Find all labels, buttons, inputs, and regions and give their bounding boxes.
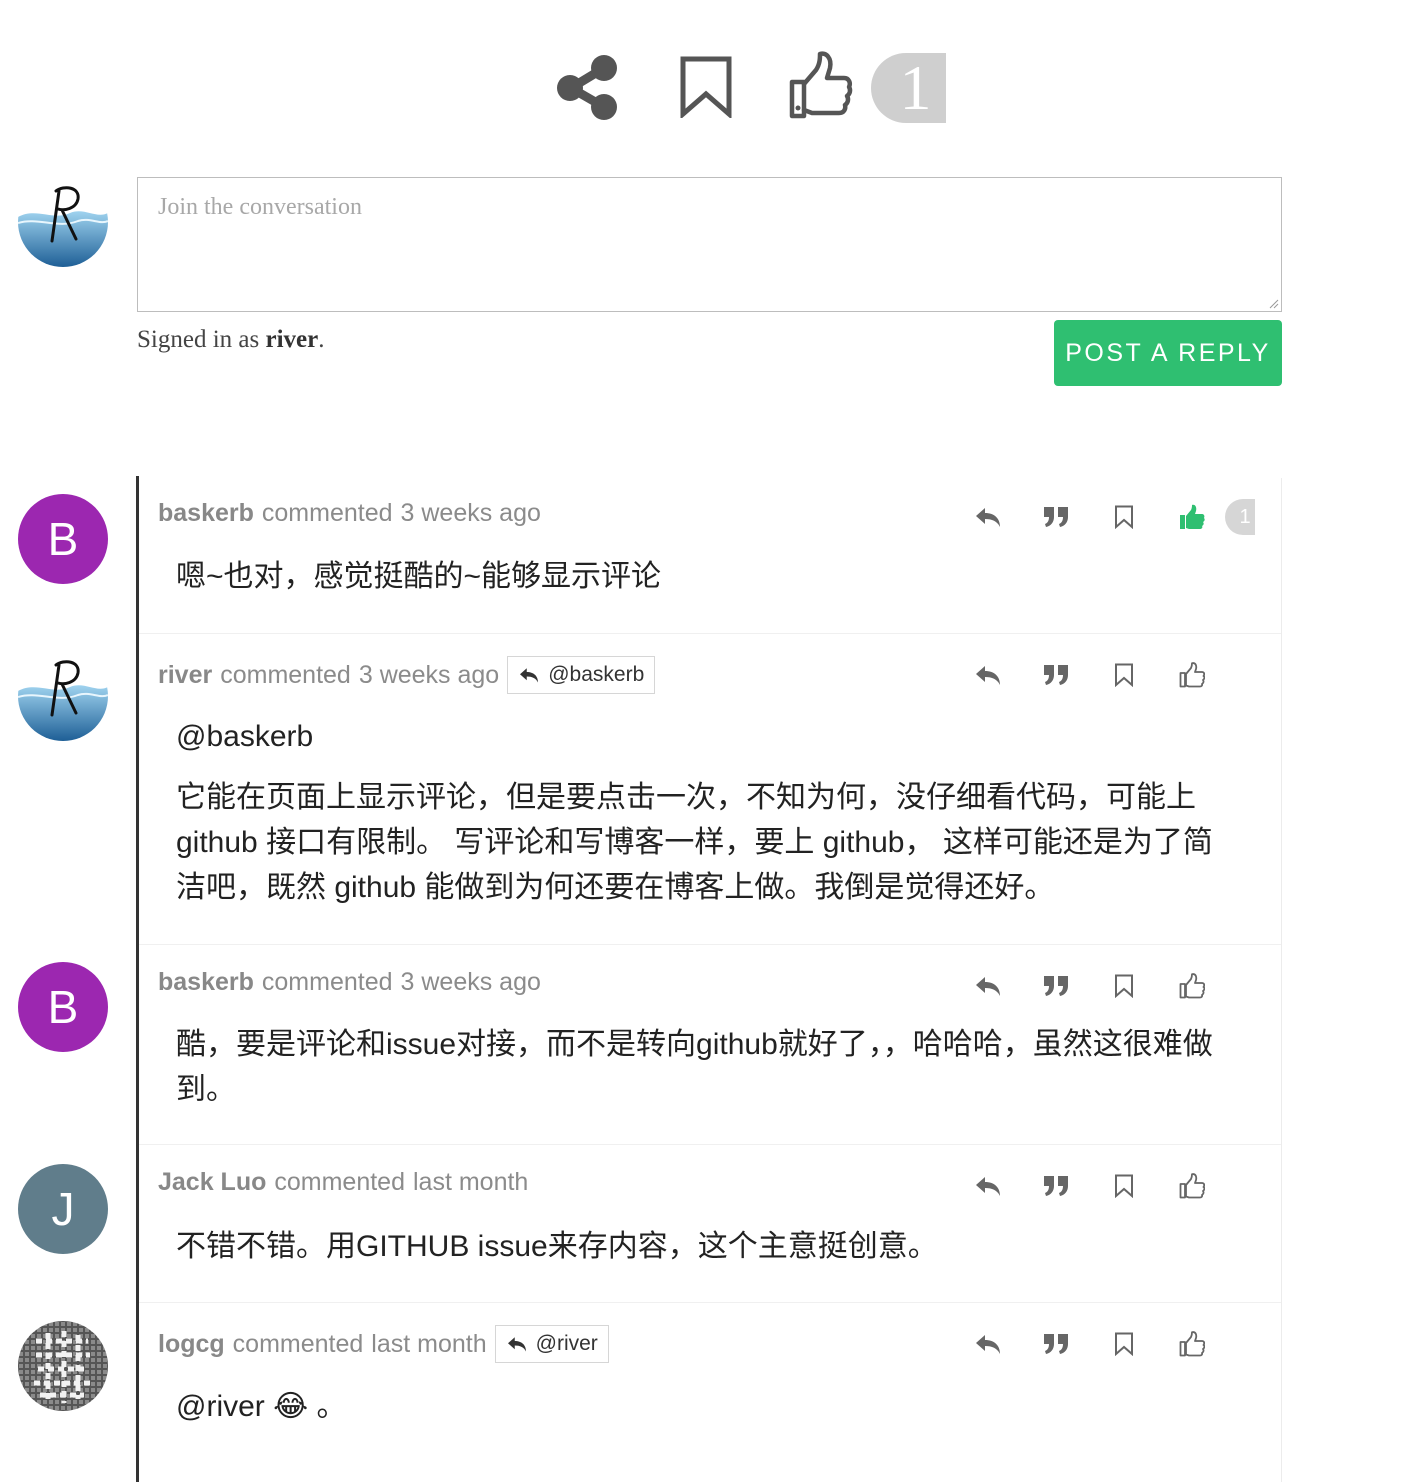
quote-icon[interactable] <box>1039 1327 1073 1361</box>
quote-icon[interactable] <box>1039 658 1073 692</box>
comment-author[interactable]: baskerb <box>158 499 254 528</box>
comment-text: @baskerb <box>176 720 314 753</box>
comment-time[interactable]: 3 weeks ago <box>401 499 541 528</box>
comment-header: Jack Luo commented last month <box>158 1168 528 1197</box>
bookmark-icon[interactable] <box>1107 658 1141 692</box>
comment-text: 酷，要是评论和issue对接，而不是转向github就好了，，哈哈哈，虽然这很难… <box>176 1028 1213 1106</box>
thumbs-up-icon[interactable] <box>1175 969 1209 1003</box>
bookmark-icon[interactable] <box>1107 969 1141 1003</box>
comment-author[interactable]: baskerb <box>158 968 254 997</box>
signed-in-prefix: Signed in as <box>137 326 266 353</box>
reply-icon[interactable] <box>971 969 1005 1003</box>
comment-author[interactable]: Jack Luo <box>158 1168 266 1197</box>
avatar[interactable]: B <box>18 494 108 584</box>
bookmark-icon[interactable] <box>679 56 733 120</box>
signed-in-status: Signed in as river. <box>137 326 324 354</box>
comment-body: @river 😂 。 <box>176 1384 1241 1429</box>
comment-author[interactable]: logcg <box>158 1330 225 1359</box>
avatar[interactable]: J <box>18 1164 108 1254</box>
thumbs-up-icon[interactable] <box>1175 500 1209 534</box>
comment-time[interactable]: last month <box>371 1330 486 1359</box>
comment-header: baskerb commented 3 weeks ago <box>158 499 541 528</box>
reply-icon[interactable] <box>971 658 1005 692</box>
quote-icon[interactable] <box>1039 969 1073 1003</box>
thread-right-border <box>1281 478 1282 1482</box>
comment-text: 它能在页面上显示评论，但是要点击一次，不知为何，没仔细看代码，可能上 githu… <box>176 781 1213 904</box>
comment-body: 不错不错。用GITHUB issue来存内容，这个主意挺创意。 <box>176 1224 1241 1269</box>
share-icon[interactable] <box>555 54 621 120</box>
comment-time[interactable]: 3 weeks ago <box>359 661 499 690</box>
bookmark-icon[interactable] <box>1107 1327 1141 1361</box>
comment-body: 嗯~也对，感觉挺酷的~能够显示评论 <box>176 554 1241 599</box>
reply-icon <box>520 668 539 683</box>
comment-item: river commented 3 weeks ago @baskerb @ba… <box>139 634 1281 945</box>
avatar[interactable] <box>18 651 108 741</box>
comment-text: @river 😂 。 <box>176 1390 347 1423</box>
thumbs-up-icon[interactable] <box>1175 1169 1209 1203</box>
quote-icon[interactable] <box>1039 500 1073 534</box>
comment-actions <box>971 658 1281 692</box>
comment-text: 不错不错。用GITHUB issue来存内容，这个主意挺创意。 <box>176 1230 938 1263</box>
comment-actions <box>971 1327 1281 1361</box>
reply-icon[interactable] <box>971 500 1005 534</box>
reply-to-badge[interactable]: @river <box>494 1325 609 1363</box>
comment-verb: commented <box>220 660 351 689</box>
comment-header: baskerb commented 3 weeks ago <box>158 968 541 997</box>
thumbs-up-icon[interactable] <box>788 50 854 120</box>
bookmark-icon[interactable] <box>1107 500 1141 534</box>
comment-time[interactable]: 3 weeks ago <box>401 968 541 997</box>
signed-in-username: river <box>265 326 319 353</box>
reply-to-badge[interactable]: @baskerb <box>507 656 656 694</box>
comment-item: baskerb commented 3 weeks ago 酷，要是评论和iss… <box>139 945 1281 1145</box>
comment-verb: commented <box>261 968 393 996</box>
comment-verb: commented <box>274 1168 405 1196</box>
quote-icon[interactable] <box>1039 1169 1073 1203</box>
reply-to-handle: @baskerb <box>548 663 645 686</box>
comment-header: river commented 3 weeks ago @baskerb <box>158 656 656 694</box>
comment-item: baskerb commented 3 weeks ago 1 嗯~也对，感觉挺… <box>139 476 1281 634</box>
reply-to-handle: @river <box>535 1332 598 1355</box>
comment-actions <box>971 969 1281 1003</box>
comment-author[interactable]: river <box>158 661 212 690</box>
comment-header: logcg commented last month @river <box>158 1325 609 1363</box>
post-reply-button[interactable]: POST A REPLY <box>1054 320 1282 386</box>
comment-verb: commented <box>261 499 393 527</box>
signed-in-suffix: . <box>318 326 325 353</box>
avatar[interactable]: B <box>18 962 108 1052</box>
bookmark-icon[interactable] <box>1107 1169 1141 1203</box>
comment-item: Jack Luo commented last month 不错不错。用GITH… <box>139 1145 1281 1303</box>
comment-composer <box>137 177 1282 312</box>
comment-time[interactable]: last month <box>413 1168 528 1197</box>
comment-item: logcg commented last month @river @river… <box>139 1303 1281 1482</box>
like-count-badge: 1 <box>1225 499 1255 535</box>
comment-body: 酷，要是评论和issue对接，而不是转向github就好了，，哈哈哈，虽然这很难… <box>176 1022 1241 1112</box>
comment-verb: commented <box>232 1329 364 1358</box>
current-user-avatar <box>18 177 108 267</box>
comment-text: 嗯~也对，感觉挺酷的~能够显示评论 <box>176 560 662 593</box>
avatar[interactable] <box>18 1321 108 1411</box>
comment-input[interactable] <box>138 178 1281 311</box>
comment-actions <box>971 1169 1281 1203</box>
thumbs-up-icon[interactable] <box>1175 658 1209 692</box>
resize-grip-icon[interactable] <box>1269 299 1279 309</box>
comment-actions: 1 <box>971 499 1281 535</box>
comment-body: @baskerb 它能在页面上显示评论，但是要点击一次，不知为何，没仔细看代码，… <box>176 714 1241 910</box>
thumbs-up-icon[interactable] <box>1175 1327 1209 1361</box>
reply-icon[interactable] <box>971 1327 1005 1361</box>
reply-icon <box>507 1337 526 1352</box>
like-count-badge: 1 <box>871 53 946 123</box>
reply-icon[interactable] <box>971 1169 1005 1203</box>
